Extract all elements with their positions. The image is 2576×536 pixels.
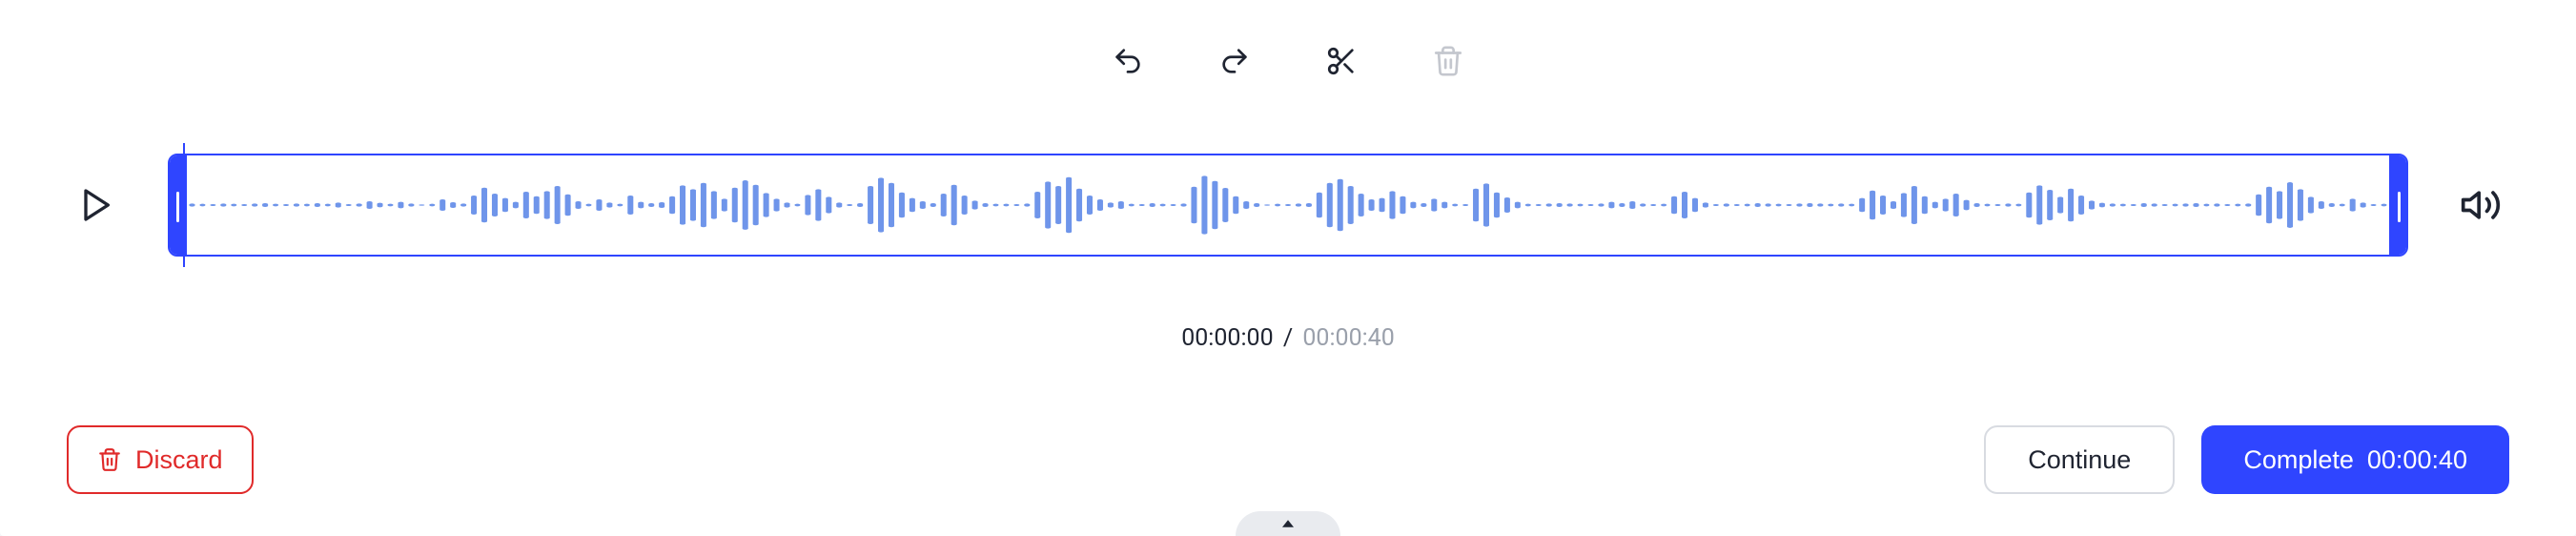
scissors-icon [1325,45,1358,77]
complete-prefix: Complete [2243,445,2354,475]
complete-time: 00:00:40 [2367,445,2467,475]
trash-icon [1432,45,1464,77]
delete-button[interactable] [1431,44,1465,78]
continue-button[interactable]: Continue [1984,425,2175,494]
cut-button[interactable] [1324,44,1359,78]
redo-icon [1218,45,1251,77]
waveform-wrap [168,143,2408,267]
trim-handle-right[interactable] [2389,154,2408,257]
waveform-track[interactable] [168,154,2408,257]
undo-icon [1112,45,1144,77]
chevron-up-icon [1279,515,1297,532]
play-button[interactable] [67,176,124,234]
audio-editor-panel: 00:00:00 / 00:00:40 Discard Continue Com… [0,0,2576,536]
time-display: 00:00:00 / 00:00:40 [0,324,2576,352]
undo-button[interactable] [1111,44,1145,78]
complete-button[interactable]: Complete 00:00:40 [2201,425,2509,494]
discard-label: Discard [135,445,223,475]
bottom-row: Discard Continue Complete 00:00:40 [0,425,2576,494]
discard-button[interactable]: Discard [67,425,254,494]
collapse-tab[interactable] [1236,511,1340,536]
time-separator: / [1279,324,1297,352]
play-icon [76,186,114,224]
trash-icon [97,447,122,472]
total-time: 00:00:40 [1302,324,1394,352]
current-time: 00:00:00 [1181,324,1273,352]
playhead[interactable] [183,143,185,267]
volume-button[interactable] [2452,176,2509,234]
waveform [187,172,2389,238]
volume-icon [2460,184,2502,226]
toolbar [0,44,2576,78]
redo-button[interactable] [1217,44,1252,78]
editor-row [0,143,2576,267]
continue-label: Continue [2028,445,2131,475]
